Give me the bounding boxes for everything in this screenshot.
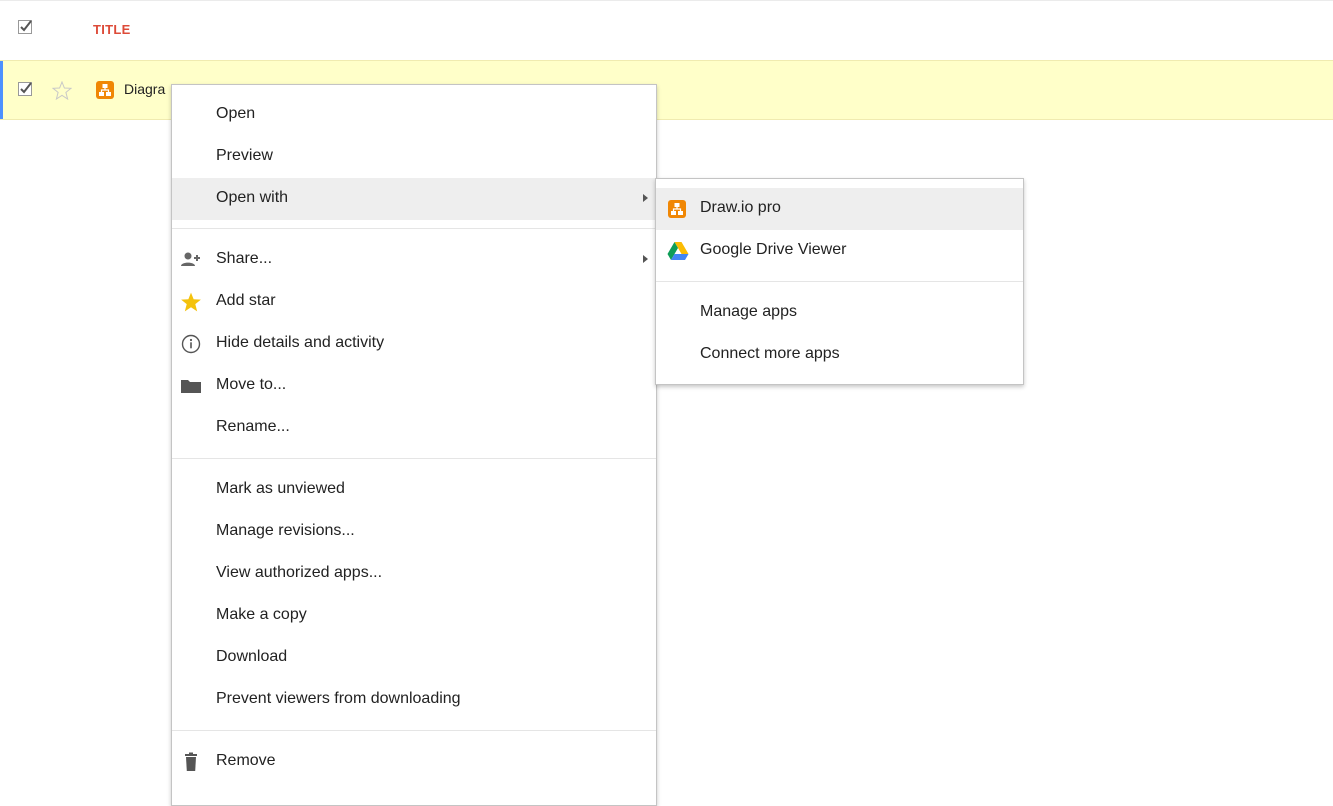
menu-item-label: Download bbox=[216, 648, 288, 665]
menu-divider bbox=[172, 730, 656, 731]
submenu-item-drawio-pro[interactable]: Draw.io pro bbox=[656, 188, 1023, 230]
menu-item-label: Open with bbox=[216, 189, 289, 206]
file-name[interactable]: Diagra bbox=[124, 81, 165, 97]
context-menu: Open Preview Open with Share... Add star… bbox=[171, 84, 657, 806]
menu-item-manage-revisions[interactable]: Manage revisions... bbox=[172, 511, 656, 553]
menu-item-label: Mark as unviewed bbox=[216, 480, 345, 497]
star-icon bbox=[180, 291, 202, 313]
menu-item-label: Add star bbox=[216, 292, 276, 309]
menu-divider bbox=[172, 228, 656, 229]
submenu-item-label: Connect more apps bbox=[700, 345, 840, 362]
menu-divider bbox=[172, 458, 656, 459]
select-all-checkbox[interactable] bbox=[18, 20, 32, 34]
submenu-item-label: Google Drive Viewer bbox=[700, 241, 847, 258]
menu-item-label: Preview bbox=[216, 147, 273, 164]
google-drive-icon bbox=[667, 241, 689, 263]
info-icon bbox=[180, 333, 202, 355]
submenu-arrow-icon bbox=[643, 194, 648, 202]
menu-item-add-star[interactable]: Add star bbox=[172, 281, 656, 323]
menu-item-preview[interactable]: Preview bbox=[172, 136, 656, 178]
menu-item-mark-unviewed[interactable]: Mark as unviewed bbox=[172, 469, 656, 511]
menu-item-label: View authorized apps... bbox=[216, 564, 383, 581]
open-with-submenu: Draw.io pro Google Drive Viewer Manage a… bbox=[655, 178, 1024, 385]
menu-item-make-copy[interactable]: Make a copy bbox=[172, 595, 656, 637]
menu-item-label: Move to... bbox=[216, 376, 287, 393]
submenu-divider bbox=[656, 281, 1023, 282]
menu-item-view-authorized-apps[interactable]: View authorized apps... bbox=[172, 553, 656, 595]
folder-icon bbox=[180, 375, 202, 397]
star-outline-icon[interactable] bbox=[51, 80, 73, 105]
menu-item-label: Share... bbox=[216, 250, 273, 267]
list-header-row: TITLE bbox=[0, 0, 1333, 59]
selection-indicator bbox=[0, 61, 3, 119]
trash-icon bbox=[180, 751, 202, 773]
submenu-item-google-drive-viewer[interactable]: Google Drive Viewer bbox=[656, 230, 1023, 272]
menu-item-open[interactable]: Open bbox=[172, 94, 656, 136]
title-column-header[interactable]: TITLE bbox=[93, 22, 131, 37]
add-person-icon bbox=[180, 249, 202, 271]
menu-item-open-with[interactable]: Open with bbox=[172, 178, 656, 220]
menu-item-label: Remove bbox=[216, 752, 276, 769]
menu-item-label: Manage revisions... bbox=[216, 522, 355, 539]
menu-item-label: Make a copy bbox=[216, 606, 307, 623]
submenu-arrow-icon bbox=[643, 255, 648, 263]
menu-item-label: Prevent viewers from downloading bbox=[216, 690, 461, 707]
submenu-item-manage-apps[interactable]: Manage apps bbox=[656, 292, 1023, 334]
menu-item-prevent-download[interactable]: Prevent viewers from downloading bbox=[172, 679, 656, 721]
submenu-item-label: Manage apps bbox=[700, 303, 797, 320]
submenu-item-label: Draw.io pro bbox=[700, 199, 781, 216]
menu-item-rename[interactable]: Rename... bbox=[172, 407, 656, 449]
menu-item-share[interactable]: Share... bbox=[172, 239, 656, 281]
drawio-icon bbox=[668, 200, 686, 218]
menu-item-remove[interactable]: Remove bbox=[172, 741, 656, 783]
menu-item-label: Rename... bbox=[216, 418, 290, 435]
menu-item-move-to[interactable]: Move to... bbox=[172, 365, 656, 407]
submenu-item-connect-more-apps[interactable]: Connect more apps bbox=[656, 334, 1023, 376]
menu-item-download[interactable]: Download bbox=[172, 637, 656, 679]
file-checkbox[interactable] bbox=[18, 82, 32, 96]
menu-item-hide-details[interactable]: Hide details and activity bbox=[172, 323, 656, 365]
menu-item-label: Open bbox=[216, 105, 256, 122]
menu-item-label: Hide details and activity bbox=[216, 334, 385, 351]
drawio-file-icon bbox=[96, 81, 114, 99]
